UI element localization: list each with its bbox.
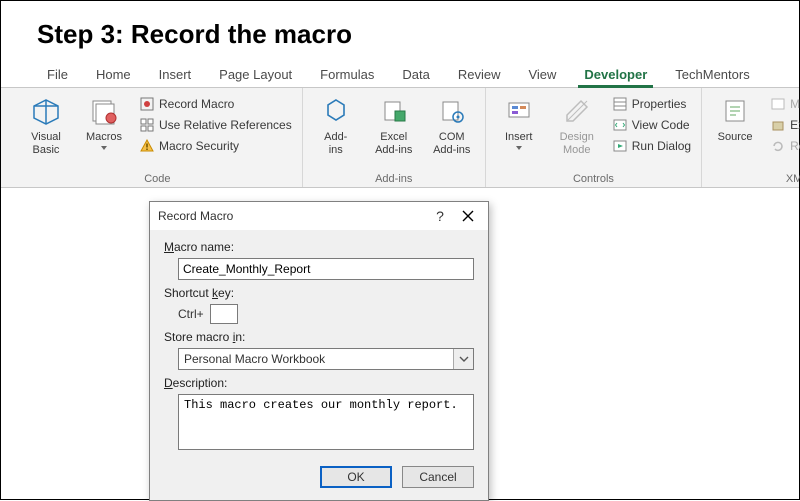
insert-dropdown-caret bbox=[516, 146, 522, 150]
source-icon bbox=[718, 94, 752, 128]
addins-label: Add- ins bbox=[324, 131, 347, 156]
com-addins-label: COM Add-ins bbox=[433, 131, 470, 156]
shortcut-key-input[interactable] bbox=[210, 304, 238, 324]
group-label-controls: Controls bbox=[494, 172, 693, 185]
refresh-data-button: Refresh Data bbox=[768, 136, 800, 156]
cancel-button[interactable]: Cancel bbox=[402, 466, 474, 488]
tab-techmentors[interactable]: TechMentors bbox=[661, 64, 763, 87]
expansion-packs-label: Expansion Packs bbox=[790, 118, 800, 132]
ribbon: Visual Basic Macros Re bbox=[1, 88, 799, 188]
use-relative-label: Use Relative References bbox=[159, 118, 292, 132]
macro-security-label: Macro Security bbox=[159, 139, 239, 153]
record-macro-icon bbox=[139, 96, 155, 112]
group-label-xml: XML bbox=[710, 172, 800, 185]
dialog-title: Record Macro bbox=[158, 209, 426, 223]
record-macro-button[interactable]: Record Macro bbox=[137, 94, 294, 114]
insert-control-label: Insert bbox=[505, 131, 533, 144]
run-dialog-icon bbox=[612, 138, 628, 154]
tab-insert[interactable]: Insert bbox=[145, 64, 206, 87]
tab-page-layout[interactable]: Page Layout bbox=[205, 64, 306, 87]
excel-addins-button[interactable]: Excel Add-ins bbox=[369, 92, 419, 156]
view-code-icon bbox=[612, 117, 628, 133]
tab-file[interactable]: File bbox=[33, 64, 82, 87]
use-relative-references-button[interactable]: Use Relative References bbox=[137, 115, 294, 135]
dialog-titlebar[interactable]: Record Macro ? bbox=[150, 202, 488, 230]
store-macro-dropdown-button[interactable] bbox=[453, 349, 473, 369]
tab-view[interactable]: View bbox=[514, 64, 570, 87]
ok-button[interactable]: OK bbox=[320, 466, 392, 488]
store-macro-value: Personal Macro Workbook bbox=[179, 352, 453, 366]
run-dialog-label: Run Dialog bbox=[632, 139, 691, 153]
refresh-data-label: Refresh Data bbox=[790, 139, 800, 153]
dialog-button-row: OK Cancel bbox=[150, 458, 488, 500]
com-addins-button[interactable]: COM Add-ins bbox=[427, 92, 477, 156]
addins-icon bbox=[319, 94, 353, 128]
refresh-data-icon bbox=[770, 138, 786, 154]
relative-refs-icon bbox=[139, 117, 155, 133]
description-input[interactable] bbox=[178, 394, 474, 450]
view-code-label: View Code bbox=[632, 118, 690, 132]
tab-review[interactable]: Review bbox=[444, 64, 515, 87]
insert-control-button[interactable]: Insert bbox=[494, 92, 544, 150]
map-properties-label: Map Properties bbox=[790, 97, 800, 111]
design-mode-label: Design Mode bbox=[560, 131, 594, 156]
description-label: Description: bbox=[164, 376, 474, 390]
expansion-packs-icon bbox=[770, 117, 786, 133]
map-properties-button: Map Properties bbox=[768, 94, 800, 114]
visual-basic-icon bbox=[29, 94, 63, 128]
ribbon-group-addins: Add- ins Excel Add-ins COM Add-ins Add-i… bbox=[303, 88, 486, 187]
properties-icon bbox=[612, 96, 628, 112]
expansion-packs-button[interactable]: Expansion Packs bbox=[768, 115, 800, 135]
run-dialog-button[interactable]: Run Dialog bbox=[610, 136, 693, 156]
macro-name-input[interactable] bbox=[178, 258, 474, 280]
dialog-close-button[interactable] bbox=[454, 205, 482, 227]
source-button[interactable]: Source bbox=[710, 92, 760, 144]
design-mode-button[interactable]: Design Mode bbox=[552, 92, 602, 156]
source-label: Source bbox=[718, 131, 753, 144]
properties-button[interactable]: Properties bbox=[610, 94, 693, 114]
properties-label: Properties bbox=[632, 97, 687, 111]
macros-dropdown-caret bbox=[101, 146, 107, 150]
visual-basic-button[interactable]: Visual Basic bbox=[21, 92, 71, 156]
insert-control-icon bbox=[502, 94, 536, 128]
store-macro-select[interactable]: Personal Macro Workbook bbox=[178, 348, 474, 370]
excel-addins-label: Excel Add-ins bbox=[375, 131, 412, 156]
tab-formulas[interactable]: Formulas bbox=[306, 64, 388, 87]
macro-name-label: MMacro name:acro name: bbox=[164, 240, 474, 254]
group-label-addins: Add-ins bbox=[311, 172, 477, 185]
store-macro-label: Store macro in: bbox=[164, 330, 474, 344]
ribbon-group-controls: Insert Design Mode Properties bbox=[486, 88, 702, 187]
tab-data[interactable]: Data bbox=[388, 64, 443, 87]
ribbon-tabstrip: File Home Insert Page Layout Formulas Da… bbox=[1, 64, 799, 88]
addins-button[interactable]: Add- ins bbox=[311, 92, 361, 156]
macro-security-button[interactable]: Macro Security bbox=[137, 136, 294, 156]
dialog-body: MMacro name:acro name: Shortcut key: Ctr… bbox=[150, 230, 488, 458]
chevron-down-icon bbox=[459, 354, 469, 364]
com-addins-icon bbox=[435, 94, 469, 128]
macro-security-icon bbox=[139, 138, 155, 154]
macros-label: Macros bbox=[86, 131, 122, 144]
tab-developer[interactable]: Developer bbox=[570, 64, 661, 87]
design-mode-icon bbox=[560, 94, 594, 128]
group-label-code: Code bbox=[21, 172, 294, 185]
dialog-help-button[interactable]: ? bbox=[426, 205, 454, 227]
ribbon-group-code: Visual Basic Macros Re bbox=[1, 88, 303, 187]
view-code-button[interactable]: View Code bbox=[610, 115, 693, 135]
map-properties-icon bbox=[770, 96, 786, 112]
visual-basic-label: Visual Basic bbox=[31, 131, 61, 156]
tab-home[interactable]: Home bbox=[82, 64, 145, 87]
shortcut-key-label: Shortcut key: bbox=[164, 286, 474, 300]
macros-icon bbox=[87, 94, 121, 128]
excel-addins-icon bbox=[377, 94, 411, 128]
record-macro-label: Record Macro bbox=[159, 97, 234, 111]
ctrl-prefix-label: Ctrl+ bbox=[178, 307, 204, 321]
macros-button[interactable]: Macros bbox=[79, 92, 129, 150]
record-macro-dialog: Record Macro ? MMacro name:acro name: Sh… bbox=[149, 201, 489, 501]
code-small-buttons: Record Macro Use Relative References Mac… bbox=[137, 92, 294, 156]
step-heading: Step 3: Record the macro bbox=[37, 19, 799, 50]
ribbon-group-xml: Source Map Properties Expansion Packs bbox=[702, 88, 800, 187]
close-icon bbox=[462, 210, 474, 222]
xml-small-buttons: Map Properties Expansion Packs Refresh D… bbox=[768, 92, 800, 156]
controls-small-buttons: Properties View Code Run Dialog bbox=[610, 92, 693, 156]
